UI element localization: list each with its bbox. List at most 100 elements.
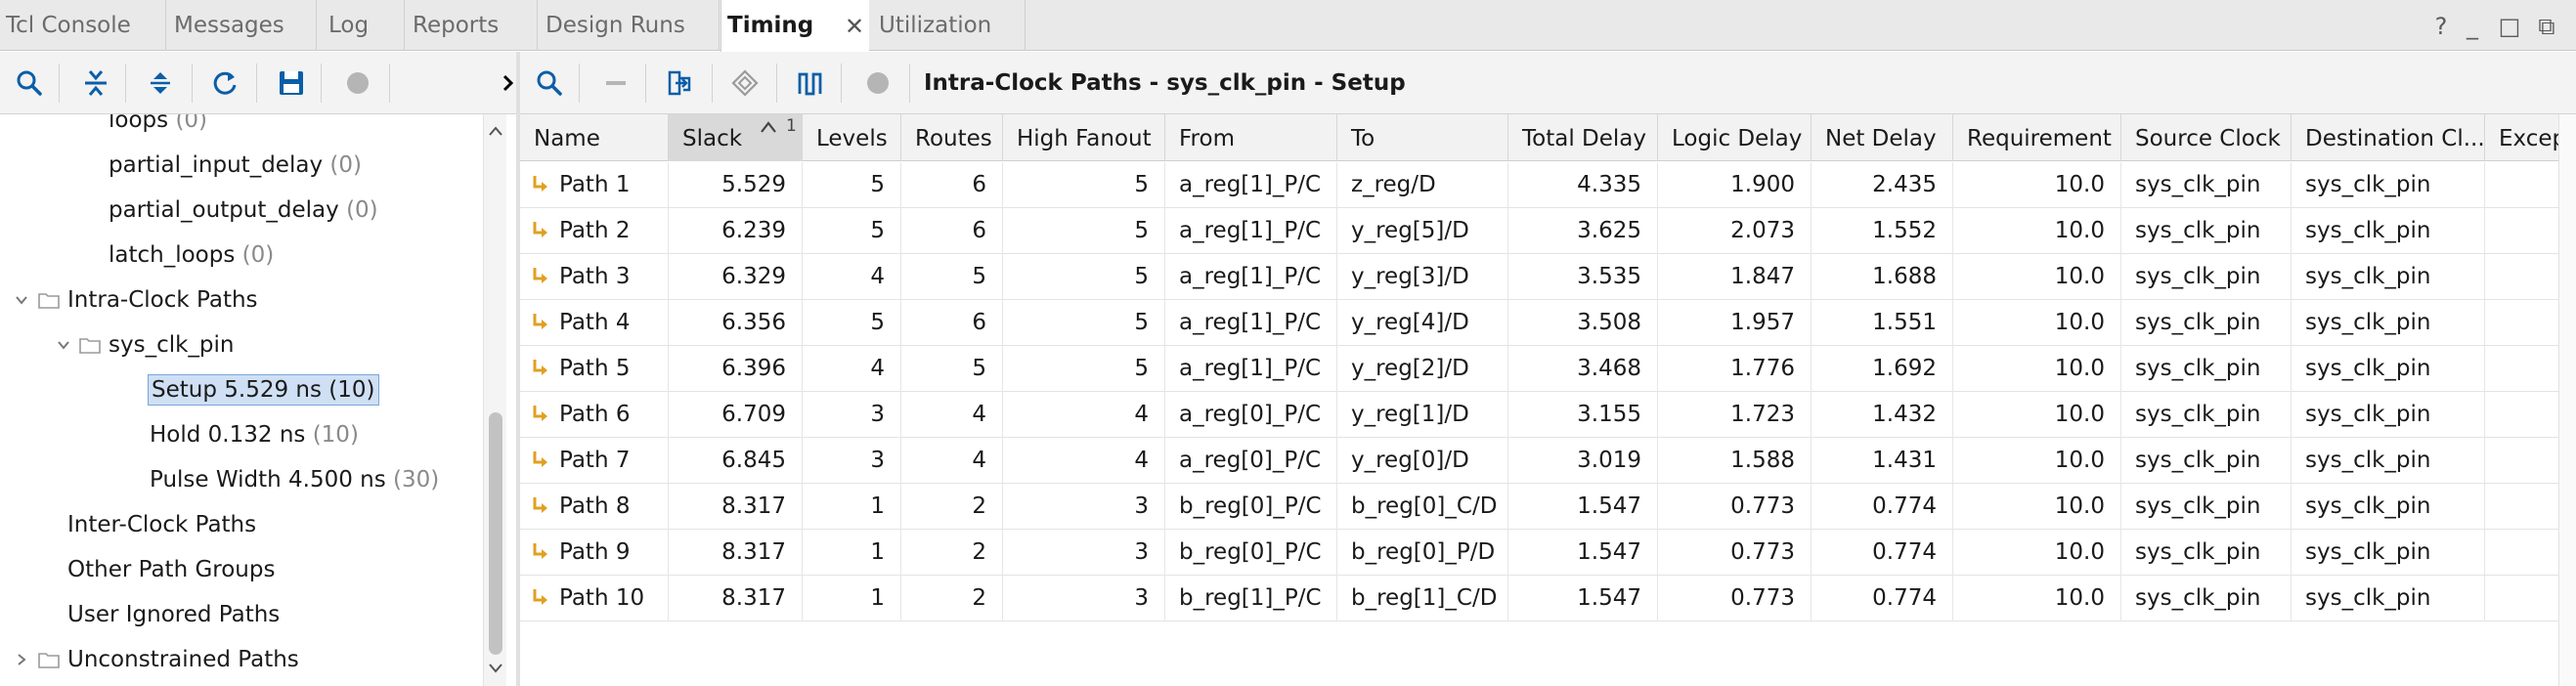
- table-row[interactable]: Path 1 5.529 5 6 5 a_reg[1]_P/C z_reg/D 4.335 1.…: [520, 162, 2558, 208]
- cell-to: y_reg[0]/D: [1337, 438, 1508, 484]
- search-icon[interactable]: [532, 65, 567, 101]
- tab-tcl-console[interactable]: Tcl Console: [0, 0, 166, 51]
- tab-utilization[interactable]: Utilization: [873, 0, 1026, 51]
- schematic-icon[interactable]: [663, 65, 698, 101]
- cell-destination-clock: sys_clk_pin: [2292, 576, 2485, 622]
- tab-reports[interactable]: Reports: [407, 0, 538, 51]
- timing-path-icon: [533, 405, 547, 421]
- cell-levels: 4: [803, 254, 901, 300]
- tree-item-partial-output-delay[interactable]: partial_output_delay (0): [109, 191, 378, 230]
- path-name: Path 5: [559, 356, 631, 381]
- cell-logic-delay: 1.900: [1658, 162, 1812, 208]
- table-row[interactable]: Path 7 6.845 3 4 4 a_reg[0]_P/C y_reg[0]/D 3.01…: [520, 438, 2558, 484]
- tab-design-runs[interactable]: Design Runs: [540, 0, 720, 51]
- cell-high-fanout: 5: [1003, 208, 1165, 254]
- table-header: Name Slack 1 Levels Routes High Fanout F…: [520, 114, 2558, 161]
- tree-item-setup[interactable]: Setup 5.529 ns (10): [148, 370, 379, 409]
- scrollbar-thumb[interactable]: [489, 412, 502, 655]
- column-header-high-fanout[interactable]: High Fanout: [1003, 114, 1165, 161]
- chevron-right-icon[interactable]: [12, 640, 31, 679]
- expand-all-icon[interactable]: [143, 65, 178, 101]
- column-header-to[interactable]: To: [1337, 114, 1508, 161]
- popout-icon[interactable]: ⧉: [2532, 12, 2561, 41]
- column-header-from[interactable]: From: [1165, 114, 1337, 161]
- tree-item-pulse-width[interactable]: Pulse Width 4.500 ns (30): [150, 460, 439, 499]
- table-row[interactable]: Path 9 8.317 1 2 3 b_reg[0]_P/C b_reg[0]_P/D 1.…: [520, 530, 2558, 576]
- tree-item-partial-input-delay[interactable]: partial_input_delay (0): [109, 146, 362, 185]
- cell-logic-delay: 0.773: [1658, 576, 1812, 622]
- left-toolbar: [0, 52, 518, 114]
- table-row[interactable]: Path 8 8.317 1 2 3 b_reg[0]_P/C b_reg[0]_C/D 1.…: [520, 484, 2558, 530]
- tree-item-inter-clock-paths[interactable]: Inter-Clock Paths: [67, 505, 256, 544]
- table-scrollbar[interactable]: [2558, 114, 2576, 686]
- search-icon[interactable]: [12, 65, 47, 101]
- cell-high-fanout: 5: [1003, 300, 1165, 346]
- cell-name: Path 2: [520, 208, 669, 254]
- tree-item-intra-clock-paths[interactable]: Intra-Clock Paths: [67, 280, 258, 320]
- column-header-total-delay[interactable]: Total Delay: [1508, 114, 1658, 161]
- column-header-levels[interactable]: Levels: [803, 114, 901, 161]
- cell-to: b_reg[1]_C/D: [1337, 576, 1508, 622]
- waveform-icon[interactable]: [794, 65, 829, 101]
- column-header-name[interactable]: Name: [520, 114, 669, 161]
- table-row[interactable]: Path 3 6.329 4 5 5 a_reg[1]_P/C y_reg[3]/D 3.53…: [520, 254, 2558, 300]
- tree-item-loops[interactable]: loops (0): [109, 114, 207, 140]
- cell-to: b_reg[0]_P/D: [1337, 530, 1508, 576]
- column-header-net-delay[interactable]: Net Delay: [1812, 114, 1953, 161]
- refresh-icon[interactable]: [207, 65, 242, 101]
- scroll-down-icon[interactable]: [484, 655, 507, 680]
- tree-item-user-ignored-paths[interactable]: User Ignored Paths: [67, 595, 280, 634]
- table-row[interactable]: Path 4 6.356 5 6 5 a_reg[1]_P/C y_reg[4]/D 3.50…: [520, 300, 2558, 346]
- table-row[interactable]: Path 5 6.396 4 5 5 a_reg[1]_P/C y_reg[2]/D 3.46…: [520, 346, 2558, 392]
- cell-levels: 1: [803, 484, 901, 530]
- cell-net-delay: 1.551: [1812, 300, 1953, 346]
- cell-levels: 1: [803, 530, 901, 576]
- cell-requirement: 10.0: [1953, 438, 2121, 484]
- minimize-icon[interactable]: _: [2458, 12, 2487, 41]
- column-header-logic-delay[interactable]: Logic Delay: [1658, 114, 1812, 161]
- tab-messages[interactable]: Messages: [168, 0, 317, 51]
- cell-routes: 4: [901, 392, 1003, 438]
- tree-item-latch-loops[interactable]: latch_loops (0): [109, 236, 274, 275]
- cell-levels: 4: [803, 346, 901, 392]
- cell-source-clock: sys_clk_pin: [2121, 392, 2292, 438]
- cell-high-fanout: 3: [1003, 530, 1165, 576]
- cell-slack: 8.317: [669, 530, 803, 576]
- tree-item-hold[interactable]: Hold 0.132 ns (10): [150, 415, 359, 454]
- close-tab-icon[interactable]: ✕: [845, 0, 864, 51]
- folder-icon: [78, 325, 102, 364]
- help-icon[interactable]: ?: [2426, 12, 2456, 41]
- timing-tree: loops (0) partial_input_delay (0) partia…: [0, 114, 483, 686]
- tree-scrollbar[interactable]: [483, 114, 506, 686]
- cell-high-fanout: 3: [1003, 576, 1165, 622]
- column-header-slack[interactable]: Slack: [669, 114, 803, 161]
- maximize-icon[interactable]: □: [2495, 12, 2524, 41]
- cell-to: y_reg[1]/D: [1337, 392, 1508, 438]
- tree-item-unconstrained-paths[interactable]: Unconstrained Paths: [67, 640, 299, 679]
- column-header-exception[interactable]: Except: [2485, 114, 2558, 161]
- scroll-up-icon[interactable]: [484, 118, 507, 144]
- cell-total-delay: 3.625: [1508, 208, 1658, 254]
- chevron-down-icon[interactable]: [12, 280, 31, 320]
- column-header-source-clock[interactable]: Source Clock: [2121, 114, 2292, 161]
- collapse-all-icon[interactable]: [78, 65, 113, 101]
- column-header-routes[interactable]: Routes: [901, 114, 1003, 161]
- table-row[interactable]: Path 6 6.709 3 4 4 a_reg[0]_P/C y_reg[1]/D 3.15…: [520, 392, 2558, 438]
- cell-routes: 6: [901, 208, 1003, 254]
- more-icon[interactable]: [499, 65, 518, 101]
- timing-path-icon: [533, 450, 547, 467]
- save-icon[interactable]: [274, 65, 309, 101]
- tree-item-other-path-groups[interactable]: Other Path Groups: [67, 550, 275, 589]
- select-objects-icon[interactable]: [727, 65, 763, 101]
- tree-item-sys-clk-pin[interactable]: sys_clk_pin: [109, 325, 235, 364]
- cell-name: Path 3: [520, 254, 669, 300]
- column-header-destination-clock[interactable]: Destination Cl...: [2292, 114, 2485, 161]
- table-row[interactable]: Path 2 6.239 5 6 5 a_reg[1]_P/C y_reg[5]/D 3.62…: [520, 208, 2558, 254]
- cell-exception: [2485, 438, 2558, 484]
- table-row[interactable]: Path 10 8.317 1 2 3 b_reg[1]_P/C b_reg[1]_C/D 1…: [520, 576, 2558, 622]
- chevron-down-icon[interactable]: [54, 325, 73, 364]
- tab-log[interactable]: Log: [323, 0, 405, 51]
- folder-icon: [37, 640, 61, 679]
- column-header-requirement[interactable]: Requirement: [1953, 114, 2121, 161]
- panel-title: Intra-Clock Paths - sys_clk_pin - Setup: [924, 70, 1406, 96]
